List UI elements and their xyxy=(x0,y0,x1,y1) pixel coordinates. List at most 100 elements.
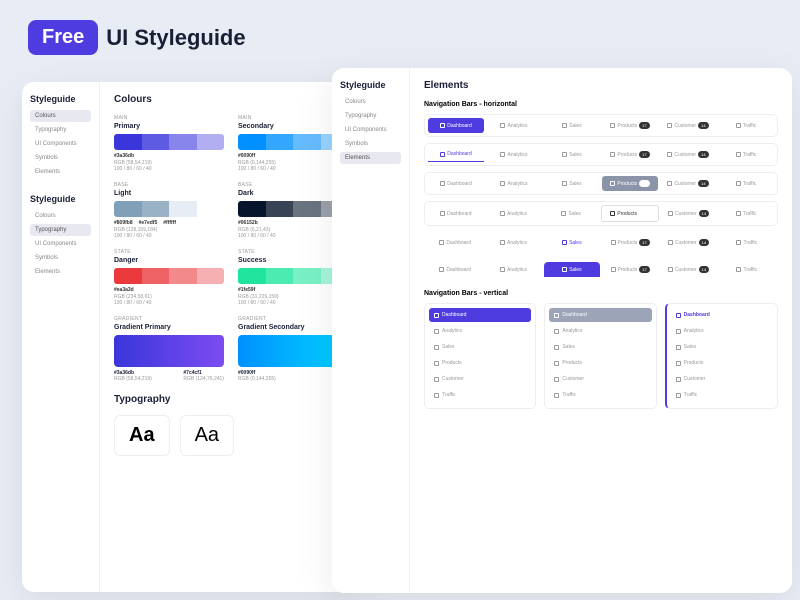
sidebar-item-typography[interactable]: Typography xyxy=(340,110,401,122)
nav-traffic[interactable]: Traffic xyxy=(718,176,774,191)
nav-analytics[interactable]: Analytics xyxy=(486,118,542,133)
vnav-analytics[interactable]: Analytics xyxy=(429,324,531,338)
sidebar-item-elements[interactable]: Elements xyxy=(340,152,401,164)
nav-dashboard[interactable]: Dashboard xyxy=(428,147,484,162)
sidebar-item-ui-components[interactable]: UI Components xyxy=(340,124,401,136)
nav-analytics[interactable]: Analytics xyxy=(486,176,542,191)
user-icon xyxy=(668,267,673,272)
nav-traffic[interactable]: Traffic xyxy=(719,262,775,277)
nav-products[interactable]: Products17 xyxy=(602,147,658,162)
nav-sales[interactable]: Sales xyxy=(544,262,600,277)
user-icon xyxy=(668,211,673,216)
sidebar-title-2: Styleguide xyxy=(30,194,91,204)
traffic-icon xyxy=(736,181,741,186)
nav-analytics[interactable]: Analytics xyxy=(485,262,541,277)
nav-dashboard[interactable]: Dashboard xyxy=(428,176,484,191)
navbar-variant-5: DashboardAnalyticsSalesProducts17Custome… xyxy=(424,232,778,253)
navbar-variant-3: DashboardAnalyticsSalesProducts17Custome… xyxy=(424,172,778,195)
nav-analytics[interactable]: Analytics xyxy=(486,205,542,222)
vnav-dashboard[interactable]: Dashboard xyxy=(549,308,651,322)
nav-traffic[interactable]: Traffic xyxy=(719,235,775,250)
nav-dashboard[interactable]: Dashboard xyxy=(427,262,483,277)
sidebar-item-elements[interactable]: Elements xyxy=(30,166,91,178)
bag-icon xyxy=(554,361,559,366)
nav-analytics[interactable]: Analytics xyxy=(486,147,542,162)
vnav-sales[interactable]: Sales xyxy=(671,340,773,354)
vnav-traffic[interactable]: Traffic xyxy=(549,388,651,402)
clock-icon xyxy=(554,329,559,334)
grid-icon xyxy=(439,240,444,245)
sidebar-item-symbols[interactable]: Symbols xyxy=(30,252,91,264)
nav-sales[interactable]: Sales xyxy=(544,235,600,250)
traffic-icon xyxy=(736,211,741,216)
sidebar-item-ui-components[interactable]: UI Components xyxy=(30,238,91,250)
section-typography: Typography xyxy=(114,394,348,405)
sidebar-item-colours[interactable]: Colours xyxy=(30,110,91,122)
colours-card: Styleguide Colours Typography UI Component… xyxy=(22,82,362,592)
vnav-analytics[interactable]: Analytics xyxy=(671,324,773,338)
vnav-customer[interactable]: Customer xyxy=(549,372,651,386)
chart-icon xyxy=(562,123,567,128)
page-title: UI Styleguide xyxy=(106,25,245,51)
sidebar-item-elements[interactable]: Elements xyxy=(30,266,91,278)
nav-customer[interactable]: Customer14 xyxy=(660,235,716,250)
nav-customer[interactable]: Customer14 xyxy=(660,262,716,277)
nav-customer[interactable]: Customer14 xyxy=(660,147,716,162)
nav-sales[interactable]: Sales xyxy=(544,176,600,191)
clock-icon xyxy=(434,329,439,334)
nav-products[interactable]: Products17 xyxy=(602,262,658,277)
nav-products[interactable]: Products17 xyxy=(601,205,659,222)
nav-sales[interactable]: Sales xyxy=(544,118,600,133)
nav-analytics[interactable]: Analytics xyxy=(485,235,541,250)
nav-products[interactable]: Products17 xyxy=(602,235,658,250)
nav-customer[interactable]: Customer14 xyxy=(660,176,716,191)
nav-dashboard[interactable]: Dashboard xyxy=(427,235,483,250)
vnav-products[interactable]: Products xyxy=(671,356,773,370)
elements-card: Styleguide Colours Typography UI Component… xyxy=(332,68,792,593)
vnav-products[interactable]: Products xyxy=(429,356,531,370)
sidebar-item-colours[interactable]: Colours xyxy=(340,96,401,108)
chart-icon xyxy=(562,181,567,186)
user-icon xyxy=(668,240,673,245)
nav-sales[interactable]: Sales xyxy=(543,205,599,222)
section-colours: Colours xyxy=(114,94,348,105)
vnav-analytics[interactable]: Analytics xyxy=(549,324,651,338)
vnav-customer[interactable]: Customer xyxy=(671,372,773,386)
sidebar-item-ui-components[interactable]: UI Components xyxy=(30,138,91,150)
grid-icon xyxy=(434,313,439,318)
sidebar-item-colours[interactable]: Colours xyxy=(30,210,91,222)
clock-icon xyxy=(676,329,681,334)
bag-icon xyxy=(610,211,615,216)
vnav-sales[interactable]: Sales xyxy=(549,340,651,354)
vnav-sales[interactable]: Sales xyxy=(429,340,531,354)
nav-products[interactable]: Products17 xyxy=(602,118,658,133)
vnav-products[interactable]: Products xyxy=(549,356,651,370)
sidebar-item-symbols[interactable]: Symbols xyxy=(340,138,401,150)
sidebar-item-symbols[interactable]: Symbols xyxy=(30,152,91,164)
nav-customer[interactable]: Customer14 xyxy=(661,205,717,222)
nav-sales[interactable]: Sales xyxy=(544,147,600,162)
vnav-customer[interactable]: Customer xyxy=(429,372,531,386)
chart-icon xyxy=(562,240,567,245)
nav-customer[interactable]: Customer14 xyxy=(660,118,716,133)
vnav-dashboard[interactable]: Dashboard xyxy=(671,308,773,322)
nav-dashboard[interactable]: Dashboard xyxy=(428,118,484,133)
nav-traffic[interactable]: Traffic xyxy=(718,118,774,133)
nav-dashboard[interactable]: Dashboard xyxy=(428,205,484,222)
user-icon xyxy=(667,123,672,128)
nav-traffic[interactable]: Traffic xyxy=(718,147,774,162)
sidebar-item-typography[interactable]: Typography xyxy=(30,124,91,136)
vnav-traffic[interactable]: Traffic xyxy=(429,388,531,402)
vnav-dashboard[interactable]: Dashboard xyxy=(429,308,531,322)
sidebar-item-typography[interactable]: Typography xyxy=(30,224,91,236)
sidebar-left: Styleguide Colours Typography UI Component… xyxy=(22,82,100,592)
typography-sample-1: Aa xyxy=(114,415,170,456)
nav-products[interactable]: Products17 xyxy=(602,176,658,191)
nav-traffic[interactable]: Traffic xyxy=(718,205,774,222)
nav-horizontal-label: Navigation Bars - horizontal xyxy=(424,101,778,108)
clock-icon xyxy=(500,240,505,245)
sidebar-title-r: Styleguide xyxy=(340,80,401,90)
user-icon xyxy=(676,377,681,382)
vnav-traffic[interactable]: Traffic xyxy=(671,388,773,402)
grid-icon xyxy=(439,267,444,272)
